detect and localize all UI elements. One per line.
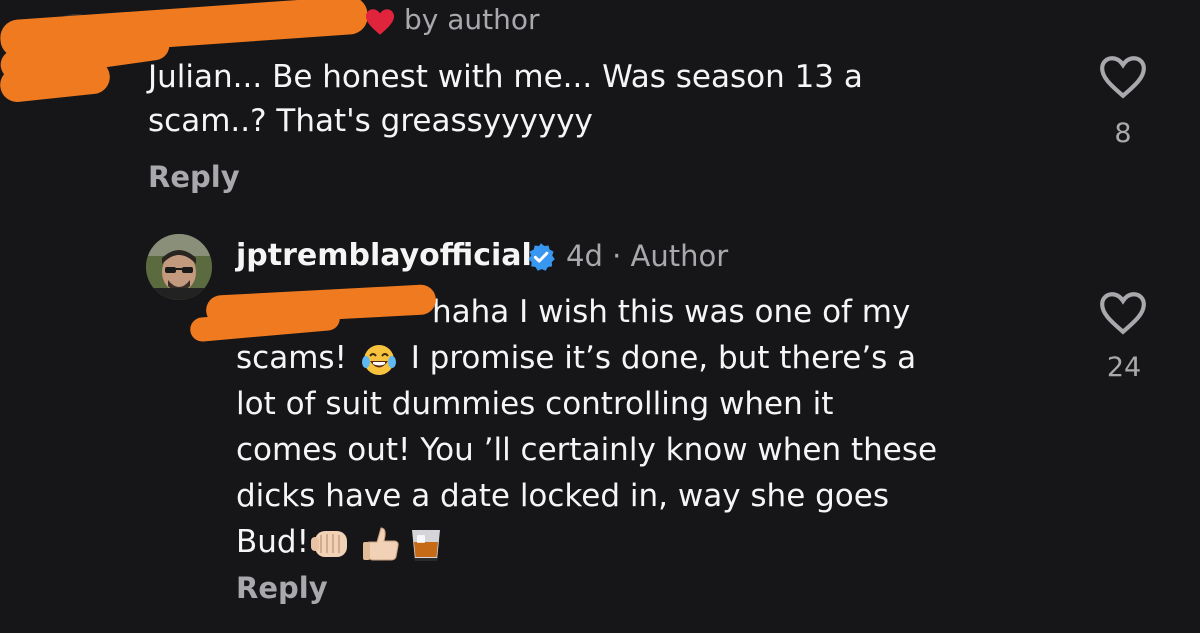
fist-bump-emoji bbox=[311, 530, 348, 557]
comment-text-fragment: scams! bbox=[236, 340, 347, 376]
timestamp: 4d bbox=[566, 239, 603, 273]
author-label: Author bbox=[630, 239, 729, 273]
reply-button[interactable]: Reply bbox=[236, 571, 328, 605]
whisky-glass-emoji bbox=[412, 529, 441, 561]
comment-text-line: dicks have a date locked in, way she goe… bbox=[236, 478, 889, 514]
comment-text: haha I wish this was one of my scams! I … bbox=[236, 289, 1076, 565]
liked-by-author-label: by author bbox=[404, 3, 540, 36]
separator: · bbox=[612, 239, 622, 273]
avatar-photo bbox=[146, 234, 212, 300]
comment-text-line: Julian... Be honest with me... Was seaso… bbox=[148, 59, 863, 95]
heart-outline-icon[interactable] bbox=[1098, 54, 1148, 100]
heart-filled-icon bbox=[366, 9, 394, 35]
like-count: 24 bbox=[1106, 352, 1142, 383]
thumbs-up-emoji bbox=[363, 526, 399, 560]
comment-text: Julian... Be honest with me... Was seaso… bbox=[148, 55, 1048, 143]
comment-meta: 4d · Author bbox=[566, 236, 728, 276]
heart-outline-icon[interactable] bbox=[1098, 290, 1148, 336]
comment-text-line: scam..? That's greassyyyyyy bbox=[148, 103, 593, 139]
like-count: 8 bbox=[1114, 118, 1132, 149]
avatar[interactable] bbox=[146, 234, 212, 300]
comment-text-line: Bud! bbox=[236, 519, 1076, 565]
tears-of-joy-emoji bbox=[361, 344, 396, 375]
verified-badge-icon bbox=[528, 243, 555, 271]
comment-text-line: comes out! You ’ll certainly know when t… bbox=[236, 432, 938, 468]
comment-text-fragment: Bud! bbox=[236, 524, 310, 560]
reply-button[interactable]: Reply bbox=[148, 160, 240, 194]
comment-text-line: lot of suit dummies controlling when it bbox=[236, 386, 834, 422]
comment-text-fragment: haha I wish this was one of my bbox=[432, 294, 911, 330]
comment-text-fragment: I promise it’s done, but there’s a bbox=[410, 340, 917, 376]
comment-text-line: scams! I promise it’s done, but there’s … bbox=[236, 335, 1076, 381]
username[interactable]: jptremblayofficial bbox=[236, 236, 532, 276]
